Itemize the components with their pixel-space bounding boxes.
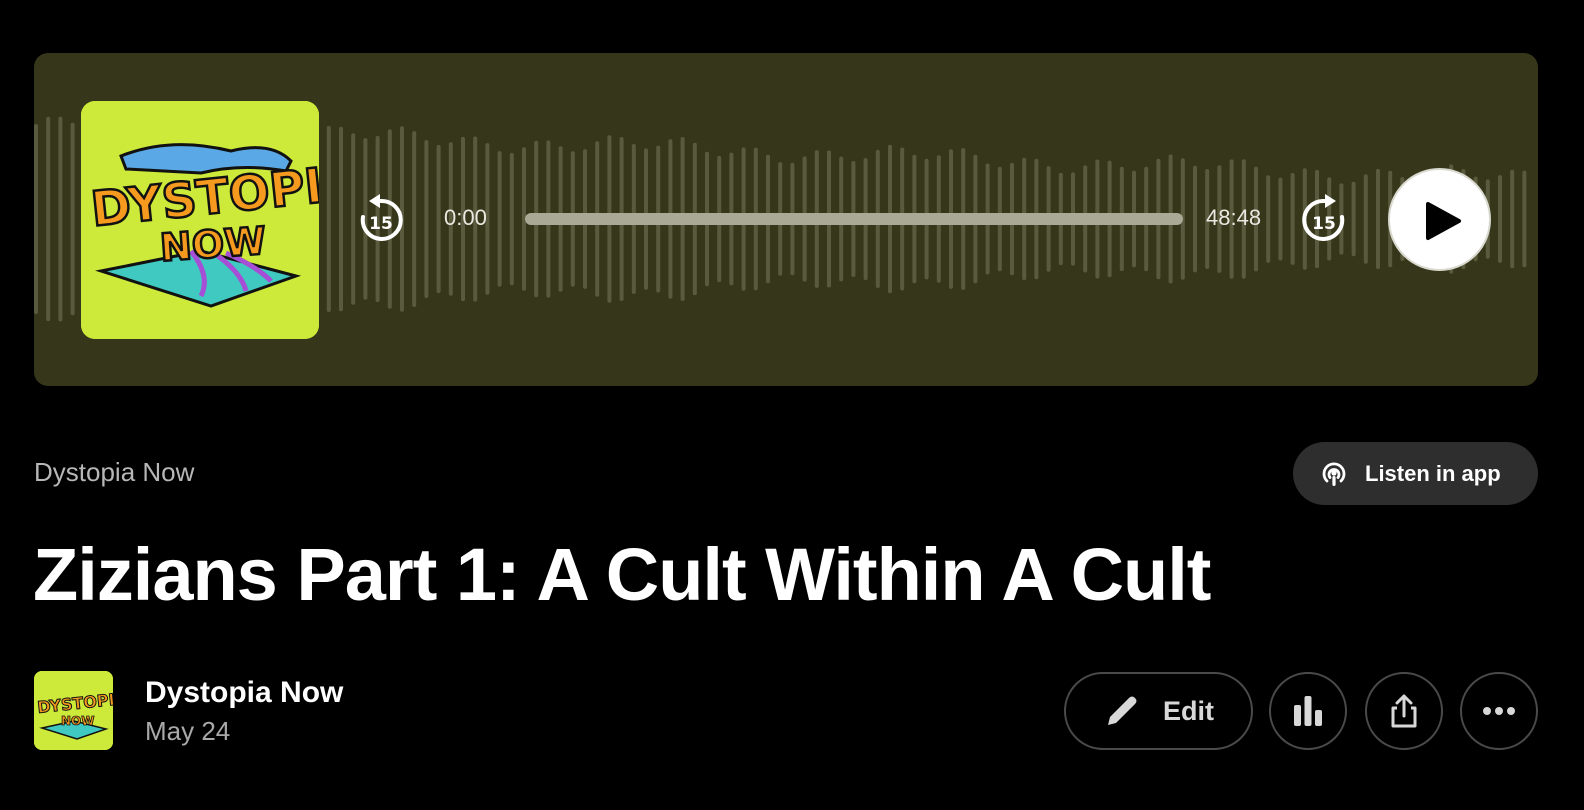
bar-chart-icon	[1294, 696, 1322, 726]
skip-forward-button[interactable]: 15	[1299, 193, 1349, 245]
listen-in-app-button[interactable]: Listen in app	[1293, 442, 1538, 505]
duration: 48:48	[1206, 205, 1262, 230]
show-link[interactable]: Dystopia Now	[34, 457, 194, 488]
stats-button[interactable]	[1269, 672, 1347, 750]
current-time: 0:00	[444, 205, 487, 230]
edit-button[interactable]: Edit	[1064, 672, 1253, 750]
more-options-button[interactable]	[1460, 672, 1538, 750]
play-icon	[1426, 202, 1461, 240]
more-icon	[1483, 707, 1515, 715]
progress-bar[interactable]	[525, 213, 1183, 225]
play-button[interactable]	[1388, 168, 1491, 271]
show-avatar[interactable]: DYSTOPIA NOW	[34, 671, 113, 750]
svg-text:NOW: NOW	[61, 714, 94, 728]
share-button[interactable]	[1365, 672, 1443, 750]
dystopia-now-logo: DYSTOPIA NOW	[81, 101, 319, 339]
share-icon	[1391, 694, 1417, 728]
skip-back-button[interactable]: 15	[356, 193, 406, 245]
svg-text:15: 15	[369, 214, 393, 234]
forward-15-icon: 15	[1302, 194, 1345, 241]
svg-text:NOW: NOW	[159, 219, 268, 270]
edit-label: Edit	[1163, 695, 1214, 726]
episode-artwork: DYSTOPIA NOW	[81, 101, 319, 339]
rewind-15-icon: 15	[360, 194, 403, 241]
pencil-icon	[1108, 696, 1137, 725]
publish-date: May 24	[145, 716, 231, 746]
audio-player: DYSTOPIA NOW 15 0:00 48:48 15	[34, 53, 1538, 386]
dystopia-now-logo: DYSTOPIA NOW	[34, 671, 113, 750]
svg-text:15: 15	[1312, 214, 1336, 234]
listen-in-app-label: Listen in app	[1365, 460, 1501, 486]
show-name[interactable]: Dystopia Now	[145, 676, 343, 710]
podcast-icon	[1322, 461, 1346, 486]
episode-title: Zizians Part 1: A Cult Within A Cult	[33, 533, 1211, 616]
